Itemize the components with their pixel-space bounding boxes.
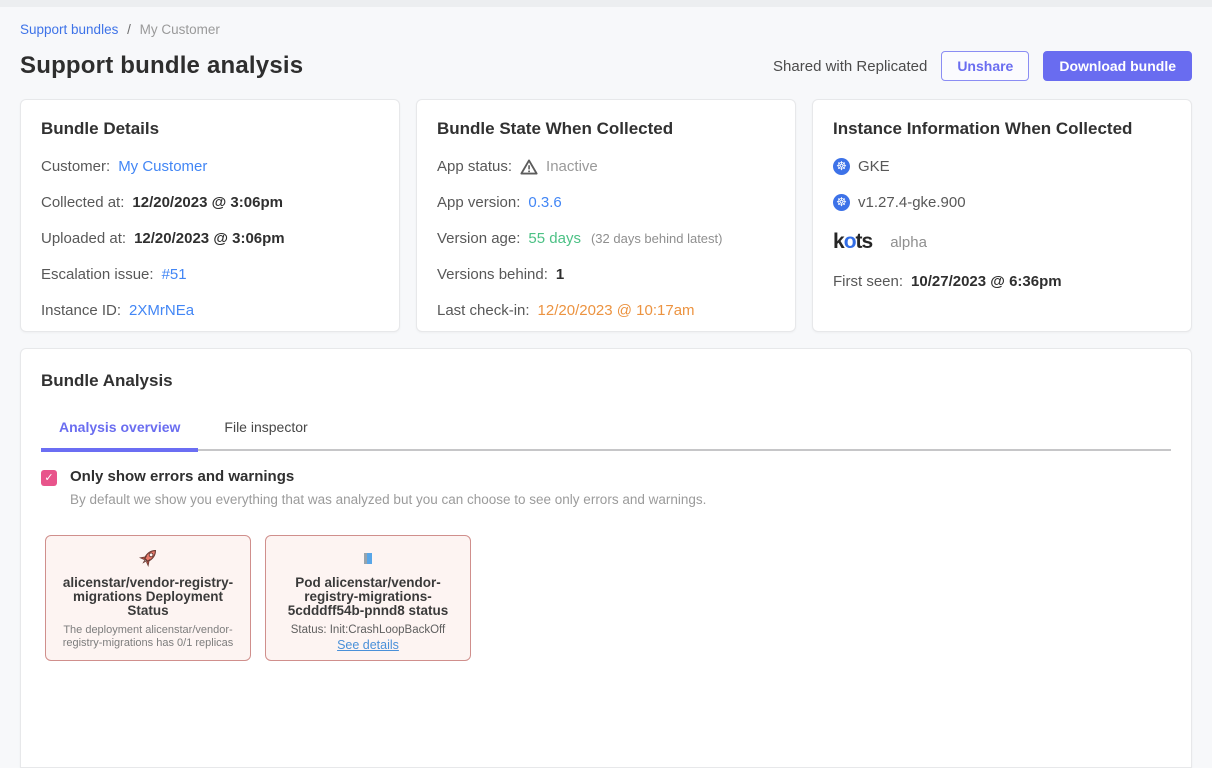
escalation-issue-label: Escalation issue:: [41, 266, 154, 283]
bundle-analysis-title: Bundle Analysis: [41, 371, 1171, 391]
page-header: Support bundle analysis Shared with Repl…: [20, 51, 1192, 81]
kots-logo-k: k: [833, 230, 844, 253]
page-title: Support bundle analysis: [20, 52, 303, 80]
first-seen-value: 10/27/2023 @ 6:36pm: [911, 273, 1062, 290]
support-bundle-analysis-page: Support bundles / My Customer Support bu…: [0, 7, 1212, 768]
result-status: Status: Init:CrashLoopBackOff: [274, 624, 462, 636]
only-errors-checkbox[interactable]: ✓: [41, 470, 57, 486]
rocket-icon: [136, 546, 160, 570]
last-checkin-label: Last check-in:: [437, 302, 530, 319]
versions-behind-label: Versions behind:: [437, 266, 548, 283]
breadcrumb-support-bundles-link[interactable]: Support bundles: [20, 22, 118, 37]
version-age-note: (32 days behind latest): [591, 231, 723, 246]
customer-label: Customer:: [41, 158, 110, 175]
k8s-version-value: v1.27.4-gke.900: [858, 194, 966, 211]
kubernetes-icon: ☸: [833, 158, 850, 175]
breadcrumb-current: My Customer: [140, 22, 220, 37]
instance-id-label: Instance ID:: [41, 302, 121, 319]
app-status-value: Inactive: [546, 158, 598, 175]
uploaded-at-value: 12/20/2023 @ 3:06pm: [134, 230, 285, 247]
filter-label[interactable]: Only show errors and warnings: [70, 468, 706, 485]
result-card-deployment-status[interactable]: alicenstar/vendor-registry-migrations De…: [45, 535, 251, 661]
breadcrumb: Support bundles / My Customer: [20, 22, 1192, 37]
uploaded-at-label: Uploaded at:: [41, 230, 126, 247]
app-status-label: App status:: [437, 158, 512, 175]
header-actions: Shared with Replicated Unshare Download …: [773, 51, 1192, 81]
result-message: The deployment alicenstar/vendor-registr…: [54, 624, 242, 650]
bundle-state-title: Bundle State When Collected: [437, 119, 775, 139]
app-version-link[interactable]: 0.3.6: [528, 194, 561, 211]
shared-status-text: Shared with Replicated: [773, 58, 927, 75]
versions-behind-value: 1: [556, 266, 564, 283]
customer-link[interactable]: My Customer: [118, 158, 207, 175]
last-checkin-value: 12/20/2023 @ 10:17am: [538, 302, 695, 319]
instance-id-link[interactable]: 2XMrNEa: [129, 302, 194, 319]
errors-warnings-filter: ✓ Only show errors and warnings By defau…: [41, 468, 1171, 507]
warning-icon: [520, 159, 538, 175]
kots-logo: kots: [833, 230, 872, 254]
bundle-state-card: Bundle State When Collected App status: …: [416, 99, 796, 332]
bundle-details-card: Bundle Details Customer: My Customer Col…: [20, 99, 400, 332]
instance-info-title: Instance Information When Collected: [833, 119, 1171, 139]
instance-info-card: Instance Information When Collected ☸ GK…: [812, 99, 1192, 332]
collected-at-label: Collected at:: [41, 194, 124, 211]
tab-file-inspector[interactable]: File inspector: [206, 419, 325, 449]
filter-description: By default we show you everything that w…: [70, 492, 706, 507]
collected-at-value: 12/20/2023 @ 3:06pm: [132, 194, 283, 211]
broken-image-icon: [364, 553, 372, 564]
result-card-pod-status[interactable]: Pod alicenstar/vendor-registry-migration…: [265, 535, 471, 661]
first-seen-label: First seen:: [833, 273, 903, 290]
kots-logo-o: o: [844, 230, 856, 253]
info-cards-row: Bundle Details Customer: My Customer Col…: [20, 99, 1192, 332]
escalation-issue-link[interactable]: #51: [162, 266, 187, 283]
analysis-tabs: Analysis overview File inspector: [41, 419, 1171, 451]
bundle-analysis-panel: Bundle Analysis Analysis overview File i…: [20, 348, 1192, 768]
analysis-results: alicenstar/vendor-registry-migrations De…: [41, 535, 1171, 661]
result-title: alicenstar/vendor-registry-migrations De…: [54, 576, 242, 619]
distribution-value: GKE: [858, 158, 890, 175]
unshare-button[interactable]: Unshare: [941, 51, 1029, 81]
tab-analysis-overview[interactable]: Analysis overview: [41, 419, 198, 449]
breadcrumb-separator: /: [127, 22, 131, 37]
result-title: Pod alicenstar/vendor-registry-migration…: [274, 576, 462, 619]
version-age-value: 55 days: [528, 230, 581, 247]
kubernetes-icon: ☸: [833, 194, 850, 211]
version-age-label: Version age:: [437, 230, 520, 247]
bundle-details-title: Bundle Details: [41, 119, 379, 139]
kots-channel-label: alpha: [890, 234, 927, 251]
app-version-label: App version:: [437, 194, 520, 211]
kots-logo-ts: ts: [856, 230, 873, 253]
download-bundle-button[interactable]: Download bundle: [1043, 51, 1192, 81]
see-details-link[interactable]: See details: [337, 638, 399, 652]
top-border: [0, 0, 1212, 7]
